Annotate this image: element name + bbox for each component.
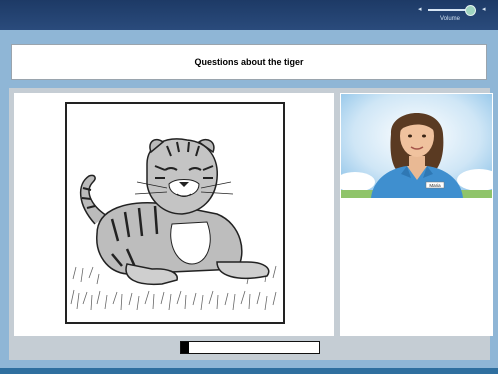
presenter-avatar: Maria bbox=[341, 94, 492, 198]
volume-slider-knob[interactable] bbox=[465, 5, 477, 16]
speaker-high-icon: ◂ bbox=[482, 6, 486, 13]
top-bar: ◂ ◂ Volume bbox=[0, 0, 498, 30]
speaker-low-icon: ◂ bbox=[418, 6, 422, 13]
question-title-box: Questions about the tiger bbox=[11, 44, 487, 80]
tiger-illustration bbox=[65, 102, 285, 324]
presenter-name-tag: Maria bbox=[429, 183, 441, 188]
presenter-illustration: Maria bbox=[341, 94, 492, 198]
question-title: Questions about the tiger bbox=[194, 57, 304, 67]
volume-label: Volume bbox=[440, 16, 461, 22]
progress-fill bbox=[181, 342, 190, 353]
volume-control[interactable]: ◂ ◂ Volume bbox=[414, 4, 494, 26]
progress-bar bbox=[180, 341, 320, 354]
tiger-drawing bbox=[70, 138, 277, 311]
